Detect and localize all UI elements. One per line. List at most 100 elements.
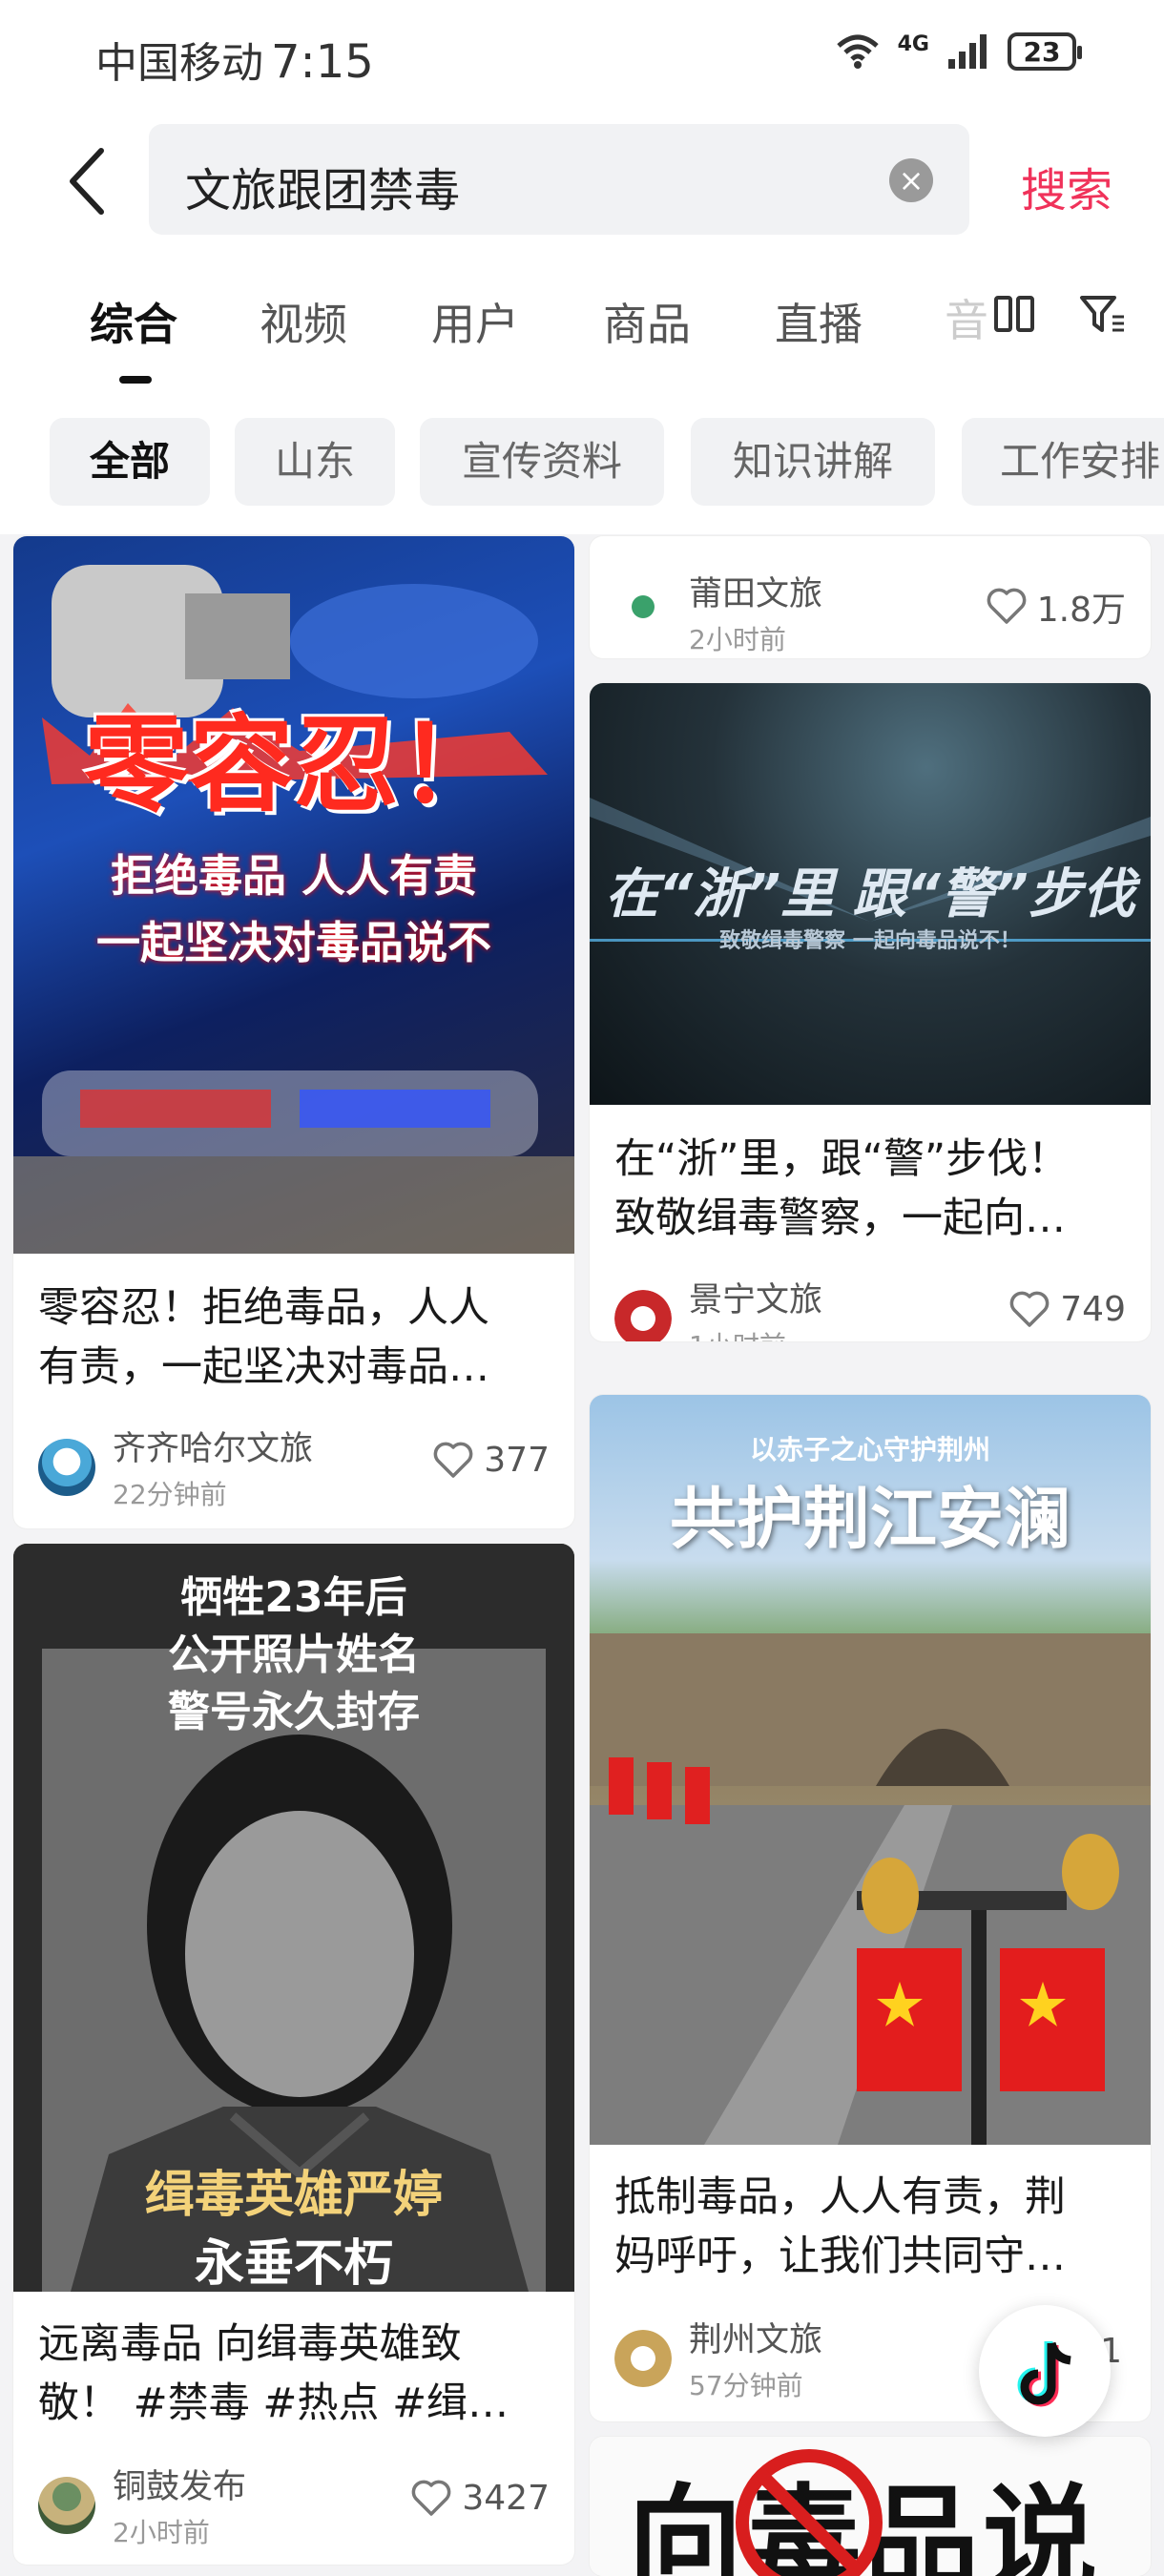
- back-arrow-icon[interactable]: [59, 143, 116, 219]
- feed-card[interactable]: 莆田文旅 2小时前 1.8万: [590, 536, 1151, 658]
- chip-knowledge[interactable]: 知识讲解: [691, 418, 935, 506]
- like-count: 3427: [462, 2479, 550, 2518]
- poster-line-1: 牺牲23年后: [180, 1573, 407, 1622]
- video-thumbnail: 向毒品说: [590, 2437, 1151, 2576]
- signal-icon: [948, 34, 987, 69]
- avatar: [38, 2476, 95, 2534]
- search-button[interactable]: 搜索: [1021, 153, 1112, 219]
- poster-headline: 零容忍！: [84, 704, 504, 826]
- avatar: [614, 1289, 672, 1341]
- like-button[interactable]: 749: [1008, 1290, 1126, 1329]
- feed-card[interactable]: 在“浙”里 跟“警”步伐 致敬缉毒警察 一起向毒品说不！ 在“浙”里，跟“警”步…: [590, 683, 1151, 1341]
- heart-icon: [433, 1442, 473, 1478]
- poster-subtitle: 致敬缉毒警察 一起向毒品说不！: [719, 929, 1021, 953]
- like-button[interactable]: 3427: [410, 2479, 550, 2518]
- system-icons: 4G 23: [835, 32, 1082, 71]
- tab-music[interactable]: 音: [945, 286, 988, 349]
- heart-icon: [987, 588, 1027, 624]
- app-floating-button[interactable]: [979, 2305, 1111, 2437]
- avatar: [614, 583, 672, 641]
- poster-subtitle: 以赤子之心守护荆州: [749, 1434, 990, 1465]
- result-tabs: 综合 视频 用户 商品 直播: [0, 282, 1164, 397]
- card-title-line: 敬！ #禁毒 #热点 #缉…: [38, 2379, 509, 2427]
- post-time: 1小时前: [689, 1325, 822, 1341]
- card-author[interactable]: 景宁文旅 1小时前: [614, 1273, 822, 1341]
- chip-promo-materials[interactable]: 宣传资料: [420, 418, 664, 506]
- card-author[interactable]: 荆州文旅 57分钟前: [614, 2313, 822, 2403]
- feed-card[interactable]: 向毒品说: [590, 2437, 1151, 2576]
- network-type: 4G: [897, 32, 929, 56]
- no-drugs-icon: [736, 2449, 883, 2576]
- post-time: 2小时前: [689, 624, 786, 655]
- chip-all[interactable]: 全部: [50, 418, 210, 506]
- card-title: 零容忍！拒绝毒品，人人 有责，一起坚决对毒品…: [38, 1278, 553, 1397]
- heart-icon: [1009, 1291, 1050, 1327]
- search-input[interactable]: 文旅跟团禁毒 ×: [149, 124, 969, 235]
- card-title-line: 妈呼吁，让我们共同守…: [614, 2233, 1066, 2280]
- status-bar: 中国移动 7:15 4G 23: [0, 0, 1164, 114]
- chip-shandong[interactable]: 山东: [235, 418, 395, 506]
- tab-users[interactable]: 用户: [431, 290, 519, 353]
- author-name: 莆田文旅: [689, 575, 823, 613]
- poster-line-2: 一起坚决对毒品说不: [96, 917, 491, 968]
- author-name: 景宁文旅: [689, 1281, 823, 1319]
- feed-card[interactable]: 零容忍！ 拒绝毒品 人人有责 一起坚决对毒品说不 零容忍！拒绝毒品，人人 有责，…: [13, 536, 574, 1528]
- tab-video[interactable]: 视频: [260, 290, 347, 353]
- card-title: 远离毒品 向缉毒英雄致 敬！ #禁毒 #热点 #缉…: [38, 2315, 553, 2433]
- tab-goods[interactable]: 商品: [603, 290, 691, 353]
- like-button[interactable]: 1.8万: [986, 582, 1126, 632]
- post-time: 22分钟前: [113, 1479, 227, 1510]
- author-name: 齐齐哈尔文旅: [113, 1430, 314, 1468]
- card-title-line: 在“浙”里，跟“警”步伐！: [614, 1135, 1070, 1183]
- avatar: [614, 2329, 672, 2387]
- hero-name: 缉毒英雄严婷: [144, 2167, 443, 2224]
- poster-line-3: 警号永久封存: [168, 1688, 420, 1736]
- author-name: 荆州文旅: [689, 2321, 823, 2359]
- card-author[interactable]: 铜鼓发布 2小时前: [38, 2460, 246, 2550]
- battery-icon: 23: [1008, 32, 1082, 71]
- card-title: 在“浙”里，跟“警”步伐！ 致敬缉毒警察，一起向…: [614, 1130, 1130, 1248]
- poster-headline: 在“浙”里 跟“警”步伐: [605, 863, 1135, 925]
- like-count: 377: [484, 1441, 550, 1480]
- video-thumbnail: 以赤子之心守护荆州 共护荆江安澜: [590, 1395, 1151, 2145]
- avatar: [38, 1438, 95, 1496]
- poster-line-1: 拒绝毒品 人人有责: [110, 850, 477, 902]
- feed-card[interactable]: 以赤子之心守护荆州 共护荆江安澜 抵制毒品，人人有责，荆 妈呼吁，让我们共同守……: [590, 1395, 1151, 2421]
- like-button[interactable]: 377: [432, 1441, 550, 1480]
- card-title-line: 有责，一起坚决对毒品…: [38, 1343, 489, 1391]
- search-query: 文旅跟团禁毒: [185, 164, 461, 218]
- like-count: 1.8万: [1036, 591, 1126, 630]
- active-tab-indicator: [119, 376, 152, 384]
- like-count: 749: [1060, 1290, 1126, 1329]
- heart-icon: [412, 2480, 451, 2516]
- card-author[interactable]: 齐齐哈尔文旅 22分钟前: [38, 1422, 313, 1512]
- video-thumbnail: 在“浙”里 跟“警”步伐 致敬缉毒警察 一起向毒品说不！: [590, 683, 1151, 1105]
- card-title: 抵制毒品，人人有责，荆 妈呼吁，让我们共同守…: [614, 2168, 1130, 2286]
- poster-headline: 共护荆江安澜: [670, 1480, 1070, 1558]
- video-thumbnail: 牺牲23年后 公开照片姓名 警号永久封存 缉毒英雄严婷 永垂不朽: [13, 1544, 574, 2292]
- tab-comprehensive[interactable]: 综合: [90, 290, 177, 353]
- battery-level: 23: [1023, 35, 1061, 68]
- post-time: 57分钟前: [689, 2370, 803, 2401]
- card-title-line: 致敬缉毒警察，一起向…: [614, 1195, 1066, 1242]
- status-time: 7:15: [271, 35, 374, 89]
- card-title-line: 远离毒品 向缉毒英雄致: [38, 2320, 462, 2368]
- clear-icon[interactable]: ×: [889, 158, 933, 202]
- card-title-line: 零容忍！拒绝毒品，人人: [38, 1284, 489, 1332]
- chip-work-plan[interactable]: 工作安排: [962, 418, 1164, 506]
- video-thumbnail: 零容忍！ 拒绝毒品 人人有责 一起坚决对毒品说不: [13, 536, 574, 1254]
- feed-card[interactable]: 牺牲23年后 公开照片姓名 警号永久封存 缉毒英雄严婷 永垂不朽 远离毒品 向缉…: [13, 1544, 574, 2565]
- poster-line-2: 公开照片姓名: [168, 1631, 420, 1679]
- layout-toggle-icon[interactable]: [992, 292, 1036, 336]
- hero-tag: 永垂不朽: [194, 2235, 393, 2292]
- wifi-icon: [836, 34, 879, 69]
- filter-icon[interactable]: [1078, 292, 1126, 336]
- card-author[interactable]: 莆田文旅 2小时前: [614, 567, 822, 657]
- card-title-line: 抵制毒品，人人有责，荆: [614, 2173, 1066, 2221]
- carrier-label: 中国移动 7:15: [95, 29, 374, 90]
- author-name: 铜鼓发布: [113, 2468, 247, 2506]
- tab-live[interactable]: 直播: [775, 290, 863, 353]
- tiktok-logo-icon: [1017, 2341, 1071, 2407]
- carrier-name: 中国移动: [95, 39, 263, 88]
- post-time: 2小时前: [113, 2517, 210, 2548]
